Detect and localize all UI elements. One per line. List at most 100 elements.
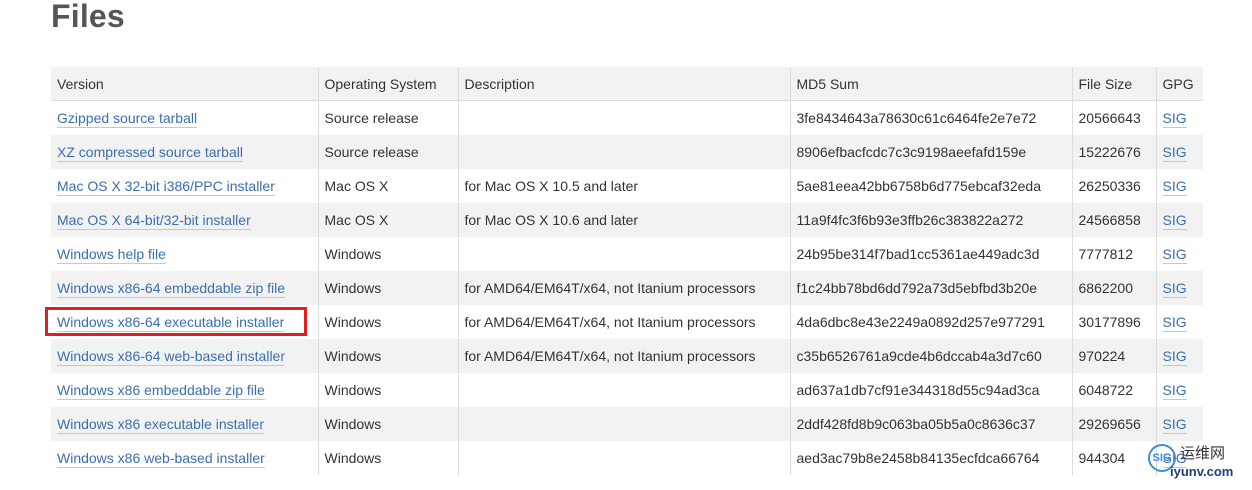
table-row: Windows x86 web-based installer Windows ae… xyxy=(51,441,1203,475)
file-download-link[interactable]: Gzipped source tarball xyxy=(57,110,198,128)
operating-system-cell: Source release xyxy=(318,135,459,169)
table-row: Windows help file Windows 24b95be314f7bad1… xyxy=(51,237,1203,271)
operating-system-cell: Mac OS X xyxy=(318,169,459,203)
gpg-signature-link[interactable]: SIG xyxy=(1162,416,1187,434)
file-version-cell: Windows x86-64 embeddable zip file xyxy=(51,271,319,305)
gpg-cell: SIG xyxy=(1156,271,1203,305)
md5-sum-cell: 11a9f4fc3f6b93e3ffb26c383822a272 xyxy=(790,203,1073,237)
description-cell: for AMD64/EM64T/x64, not Itanium process… xyxy=(458,339,791,373)
file-size-cell: 6048722 xyxy=(1072,373,1157,407)
operating-system-cell: Source release xyxy=(318,100,459,135)
table-row: Windows x86 executable installer Windows 2… xyxy=(51,407,1203,441)
table-row: Gzipped source tarball Source release 3fe8… xyxy=(51,100,1203,136)
column-header-operating-system: Operating System xyxy=(318,67,459,101)
gpg-cell: SIG xyxy=(1156,169,1203,203)
table-row: XZ compressed source tarball Source relea… xyxy=(51,135,1203,169)
operating-system-cell: Windows xyxy=(318,373,459,407)
gpg-signature-link[interactable]: SIG xyxy=(1162,314,1187,332)
file-version-cell: Mac OS X 32-bit i386/PPC installer xyxy=(51,169,319,203)
gpg-signature-link[interactable]: SIG xyxy=(1162,212,1187,230)
gpg-cell: SIG xyxy=(1156,339,1203,373)
description-cell xyxy=(458,100,791,135)
gpg-signature-link[interactable]: SIG xyxy=(1162,348,1187,366)
file-version-cell: Mac OS X 64-bit/32-bit installer xyxy=(51,203,319,237)
gpg-cell: SIG xyxy=(1156,101,1203,136)
watermark-site-url: iyunv.com xyxy=(1170,464,1234,479)
file-size-cell: 26250336 xyxy=(1072,169,1157,203)
md5-sum-cell: 8906efbacfcdc7c3c9198aeefafd159e xyxy=(790,135,1073,169)
file-version-cell: Windows x86 embeddable zip file xyxy=(51,373,319,407)
column-header-description: Description xyxy=(458,67,791,101)
md5-sum-cell: 3fe8434643a78630c61c6464fe2e7e72 xyxy=(790,100,1073,135)
description-cell xyxy=(458,237,791,271)
column-header-md5-sum: MD5 Sum xyxy=(790,67,1073,101)
description-cell xyxy=(458,135,791,169)
highlight-annotation-box xyxy=(45,307,307,336)
md5-sum-cell: 24b95be314f7bad1cc5361ae449adc3d xyxy=(790,237,1073,271)
file-size-cell: 29269656 xyxy=(1072,407,1157,441)
file-download-link[interactable]: XZ compressed source tarball xyxy=(57,144,243,162)
gpg-signature-link[interactable]: SIG xyxy=(1162,144,1187,162)
column-header-version: Version xyxy=(51,67,319,101)
md5-sum-cell: 2ddf428fd8b9c063ba05b5a0c8636c37 xyxy=(790,407,1073,441)
file-download-link[interactable]: Windows help file xyxy=(57,246,166,264)
description-cell xyxy=(458,441,791,475)
file-size-cell: 970224 xyxy=(1072,339,1157,373)
file-download-link[interactable]: Mac OS X 64-bit/32-bit installer xyxy=(57,212,251,230)
file-download-link[interactable]: Windows x86-64 embeddable zip file xyxy=(57,280,286,298)
gpg-signature-link[interactable]: SIG xyxy=(1162,382,1187,400)
file-version-cell: Windows x86 web-based installer xyxy=(51,441,319,475)
file-version-cell: Gzipped source tarball xyxy=(51,100,319,135)
files-table: Version Operating System Description MD5… xyxy=(51,67,1203,475)
gpg-cell: SIG xyxy=(1156,203,1203,237)
operating-system-cell: Windows xyxy=(318,407,459,441)
file-size-cell: 15222676 xyxy=(1072,135,1157,169)
description-cell xyxy=(458,373,791,407)
gpg-cell: SIG xyxy=(1156,407,1203,441)
file-version-cell: Windows x86 executable installer xyxy=(51,407,319,441)
file-size-cell: 20566643 xyxy=(1072,100,1157,135)
file-download-link[interactable]: Windows x86 web-based installer xyxy=(57,450,265,468)
gpg-cell: SIG xyxy=(1156,373,1203,407)
file-download-link[interactable]: Windows x86 executable installer xyxy=(57,416,264,434)
table-row: Mac OS X 64-bit/32-bit installer Mac OS X… xyxy=(51,203,1203,237)
column-header-file-size: File Size xyxy=(1072,67,1157,101)
file-version-cell: XZ compressed source tarball xyxy=(51,135,319,169)
description-cell: for AMD64/EM64T/x64, not Itanium process… xyxy=(458,271,791,305)
file-size-cell: 944304 xyxy=(1072,441,1157,475)
gpg-signature-link[interactable]: SIG xyxy=(1162,110,1187,128)
description-cell xyxy=(458,407,791,441)
file-size-cell: 7777812 xyxy=(1072,237,1157,271)
description-cell: for AMD64/EM64T/x64, not Itanium process… xyxy=(458,305,791,339)
file-size-cell: 24566858 xyxy=(1072,203,1157,237)
md5-sum-cell: ad637a1db7cf91e344318d55c94ad3ca xyxy=(790,373,1073,407)
gpg-cell: SIG xyxy=(1156,135,1203,169)
operating-system-cell: Windows xyxy=(318,271,459,305)
table-row: Mac OS X 32-bit i386/PPC installer Mac OS… xyxy=(51,169,1203,203)
operating-system-cell: Mac OS X xyxy=(318,203,459,237)
file-size-cell: 6862200 xyxy=(1072,271,1157,305)
watermark: SIG 运维网 iyunv.com xyxy=(1148,440,1246,486)
operating-system-cell: Windows xyxy=(318,305,459,339)
file-download-link[interactable]: Mac OS X 32-bit i386/PPC installer xyxy=(57,178,275,196)
md5-sum-cell: f1c24bb78bd6dd792a73d5ebfbd3b20e xyxy=(790,271,1073,305)
gpg-signature-link[interactable]: SIG xyxy=(1162,246,1187,264)
gpg-signature-link[interactable]: SIG xyxy=(1162,280,1187,298)
md5-sum-cell: 5ae81eea42bb6758b6d775ebcaf32eda xyxy=(790,169,1073,203)
md5-sum-cell: c35b6526761a9cde4b6dccab4a3d7c60 xyxy=(790,339,1073,373)
description-cell: for Mac OS X 10.5 and later xyxy=(458,169,791,203)
watermark-site-name: 运维网 xyxy=(1180,444,1226,462)
table-row: Windows x86-64 embeddable zip file Window… xyxy=(51,271,1203,305)
description-cell: for Mac OS X 10.6 and later xyxy=(458,203,791,237)
table-body: Gzipped source tarball Source release 3fe8… xyxy=(51,100,1203,475)
gpg-cell: SIG xyxy=(1156,237,1203,271)
gpg-cell: SIG xyxy=(1156,305,1203,339)
md5-sum-cell: 4da6dbc8e43e2249a0892d257e977291 xyxy=(790,305,1073,339)
file-version-cell: Windows help file xyxy=(51,237,319,271)
gpg-signature-link[interactable]: SIG xyxy=(1162,178,1187,196)
file-download-link[interactable]: Windows x86 embeddable zip file xyxy=(57,382,265,400)
page-title: Files xyxy=(51,0,125,34)
file-version-cell: Windows x86-64 web-based installer xyxy=(51,339,319,373)
file-download-link[interactable]: Windows x86-64 web-based installer xyxy=(57,348,285,366)
md5-sum-cell: aed3ac79b8e2458b84135ecfdca66764 xyxy=(790,441,1073,475)
